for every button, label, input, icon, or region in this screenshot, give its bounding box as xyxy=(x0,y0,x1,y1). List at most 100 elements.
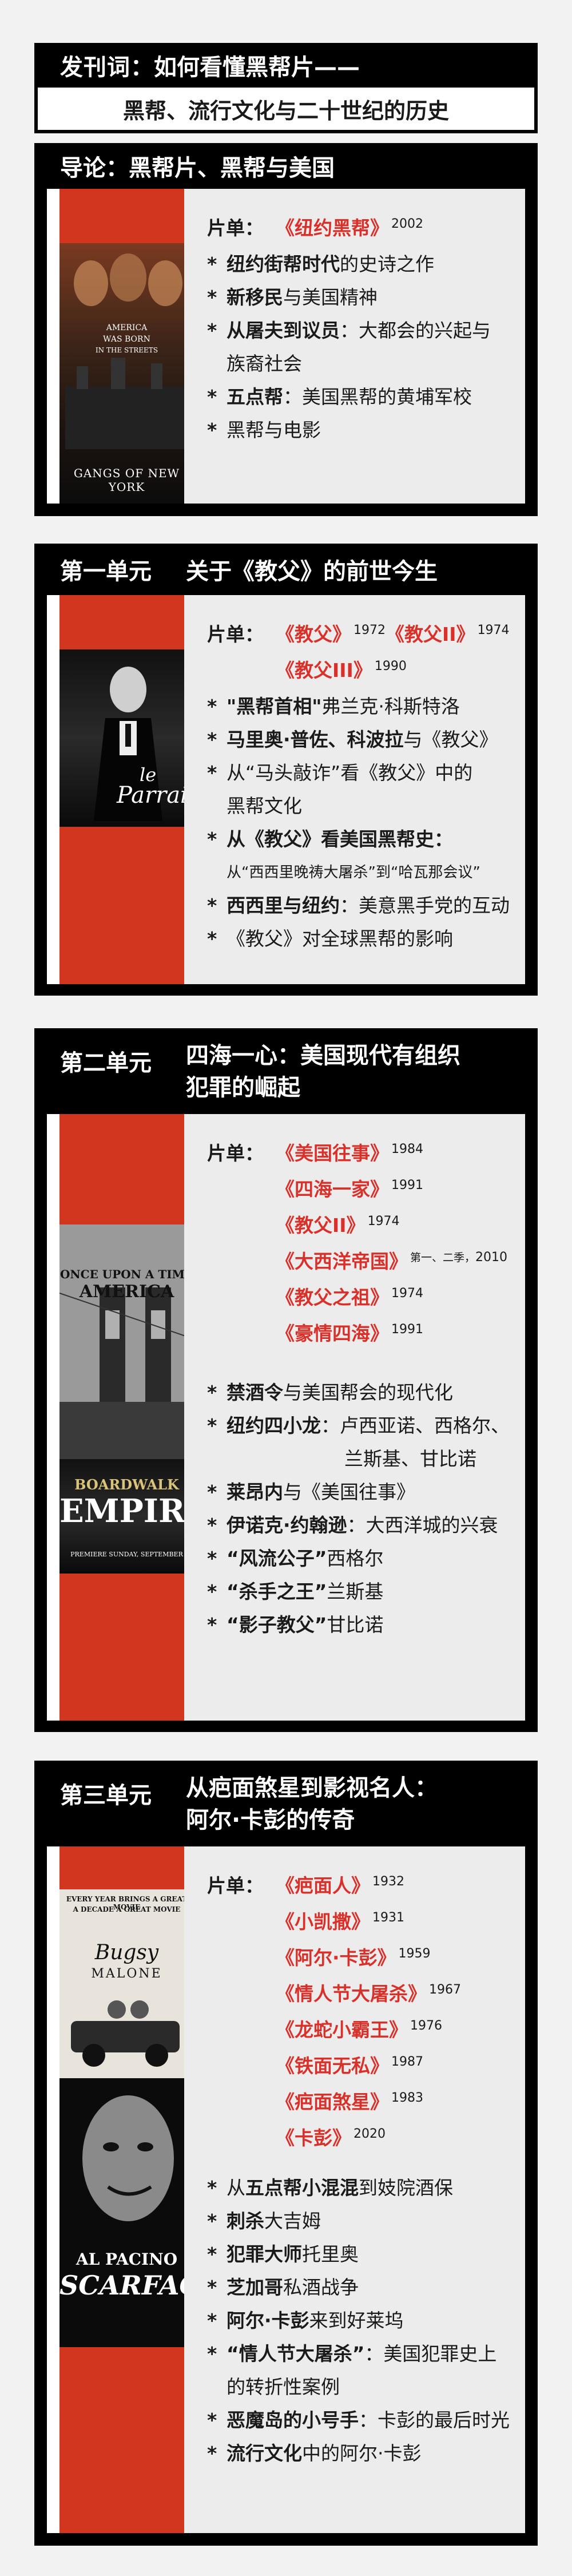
poster-malone: MALONE xyxy=(91,1967,162,1981)
unit-title-line2: 阿尔·卡彭的传奇 xyxy=(186,1807,355,1833)
film-line: 《教父II》 1974 xyxy=(207,1209,508,1245)
film-line: 片单： 《教父》 1972 《教父II》 1974 xyxy=(207,618,510,654)
poster-red-strip xyxy=(59,1574,194,1721)
intro-poster: AMERICA WAS BORN IN THE STREETS GANGS OF… xyxy=(59,189,194,504)
film-year: 1967 xyxy=(429,1983,461,1997)
film-year: 1932 xyxy=(372,1874,404,1889)
list-item-continued: 从“西西里晚祷大屠杀”到“哈瓦那会议” xyxy=(227,864,480,881)
poster-red-strip xyxy=(59,189,194,243)
face-icon xyxy=(82,2095,174,2221)
film-title: 《卡彭》 xyxy=(276,2127,351,2149)
list-item-continued: 黑帮文化 xyxy=(227,795,302,817)
film-year: 1984 xyxy=(391,1142,423,1156)
film-title: 《教父》 xyxy=(276,623,351,645)
poster-empire: EMPIRE xyxy=(59,1492,194,1530)
film-year: 1990 xyxy=(374,659,407,673)
film-line: 《铁面无私》 1987 xyxy=(207,2050,508,2086)
bullet-icon: * xyxy=(207,2409,217,2431)
poster-tagline-3: IN THE STREETS xyxy=(95,346,158,354)
list-item: * 纽约街帮时代 的史诗之作 xyxy=(207,248,508,281)
film-title: 《疤面煞星》 xyxy=(276,2091,389,2113)
film-title: 《小凯撒》 xyxy=(276,1911,370,1933)
poster-red-strip xyxy=(59,2347,194,2533)
film-line: 《豪情四海》 1991 xyxy=(207,1317,508,1353)
film-line: 片单： 《美国往事》 1984 xyxy=(207,1137,508,1173)
film-line: 《疤面煞星》 1983 xyxy=(207,2086,508,2122)
bullet-icon: * xyxy=(207,2177,217,2199)
poster-tagline-2: WAS BORN xyxy=(103,335,150,344)
poster-figures-icon xyxy=(65,253,188,449)
film-line: 片单： 《疤面人》 1932 xyxy=(207,1869,508,1905)
intro-title: 导论：黑帮片、黑帮与美国 xyxy=(34,143,538,189)
poster-america: AMERICA xyxy=(79,1282,174,1302)
bullet-icon: * xyxy=(207,253,217,275)
list-item: * 伊诺克·约翰逊 ：大西洋城的兴衰 xyxy=(207,1509,508,1542)
preface-subtitle: 黑帮、流行文化与二十世纪的历史 xyxy=(122,98,449,124)
list-item: * 从“马头敲诈”看《教父》中的 xyxy=(207,756,508,790)
film-year: 1931 xyxy=(372,1911,404,1925)
film-title: 《情人节大屠杀》 xyxy=(276,1983,427,2005)
gangs-of-new-york-poster: AMERICA WAS BORN IN THE STREETS GANGS OF… xyxy=(59,243,194,504)
list-item: * 阿尔·卡彭 来到好莱坞 xyxy=(207,2304,508,2337)
unit-label: 第一单元 xyxy=(60,558,152,585)
film-title: 《大西洋帝国》 xyxy=(276,1250,408,1273)
list-item: * “影子教父” 甘比诺 xyxy=(207,1608,508,1642)
list-item: * 从屠夫到议员 ：大都会的兴起与 xyxy=(207,314,508,347)
preface-label: 发刊词： xyxy=(60,54,154,81)
film-year: 2002 xyxy=(391,217,423,231)
poster-scarface: SCARFACE xyxy=(59,2270,194,2301)
poster-red-strip xyxy=(59,827,194,984)
bullet-icon: * xyxy=(207,828,217,850)
intro-panel: 导论：黑帮片、黑帮与美国 AMERICA WAS BORN IN THE STR… xyxy=(34,143,538,516)
film-title: 《教父之祖》 xyxy=(276,1286,389,1309)
film-title: 《教父II》 xyxy=(386,623,475,645)
film-year: 1974 xyxy=(477,623,510,637)
film-year: 1974 xyxy=(367,1214,400,1228)
unit1-title: 第一单元 关于《教父》的前世今生 xyxy=(34,544,538,595)
unit3-body: EVERY YEAR BRINGS A GREAT MOVIE A DECADE… xyxy=(47,1846,525,2533)
unit1-body: le Parrain 片单： 《教父》 1972 《教父II》 1974 《教父… xyxy=(47,595,525,984)
bugsy-malone-poster: EVERY YEAR BRINGS A GREAT MOVIE A DECADE… xyxy=(59,1889,194,2078)
list-item: * 黑帮与电影 xyxy=(207,414,508,447)
film-line: 《教父之祖》 1974 xyxy=(207,1281,508,1317)
poster-red-strip xyxy=(59,1114,194,1224)
bullet-icon: * xyxy=(207,2276,217,2298)
boardwalk-empire-poster: BOARDWALK EMPIRE PREMIERE SUNDAY, SEPTEM… xyxy=(59,1459,194,1574)
films-label: 片单： xyxy=(207,217,264,239)
unit-title-line1: 从疤面煞星到影视名人： xyxy=(186,1775,438,1801)
films-label: 片单： xyxy=(207,623,264,645)
list-item: * 芝加哥 私酒战争 xyxy=(207,2271,508,2304)
poster-decade: A DECADE A GREAT MOVIE xyxy=(73,1905,181,1913)
unit3-poster: EVERY YEAR BRINGS A GREAT MOVIE A DECADE… xyxy=(59,1846,194,2533)
bullet-icon: * xyxy=(207,1414,217,1437)
preface-subtitle-box: 黑帮、流行文化与二十世纪的历史 xyxy=(34,88,538,133)
bullet-icon: * xyxy=(207,1514,217,1536)
intro-body: AMERICA WAS BORN IN THE STREETS GANGS OF… xyxy=(47,189,525,504)
once-upon-a-time-poster: ONCE UPON A TIME AMERICA xyxy=(59,1224,194,1459)
bullet-icon: * xyxy=(207,2442,217,2464)
bullet-icon: * xyxy=(207,695,217,718)
unit-title: 关于《教父》的前世今生 xyxy=(186,558,438,585)
film-title: 《纽约黑帮》 xyxy=(276,217,389,239)
film-title: 《四海一家》 xyxy=(276,1178,389,1200)
poster-once: ONCE UPON A TIME xyxy=(59,1267,194,1281)
list-item: * 新移民 与美国精神 xyxy=(207,281,508,314)
list-item: * “风流公子” 西格尔 xyxy=(207,1542,508,1575)
preface-title: 如何看懂黑帮片—— xyxy=(154,54,360,81)
poster-bugsy: Bugsy xyxy=(94,1941,159,1964)
film-year: 1987 xyxy=(391,2055,423,2069)
film-line: 《阿尔·卡彭》 1959 xyxy=(207,1941,508,1977)
unit2-panel: 第二单元 四海一心：美国现代有组织 犯罪的崛起 ONCE UPON A TIME… xyxy=(34,1028,538,1732)
intro-film-line: 片单： 《纽约黑帮》 2002 xyxy=(207,212,508,248)
film-year: 1959 xyxy=(398,1947,431,1961)
poster-film-title: GANGS OF NEW YORK xyxy=(73,466,180,494)
list-item-continued: 的转折性案例 xyxy=(227,2376,340,2398)
unit1-content: 片单： 《教父》 1972 《教父II》 1974 《教父III》 1990 *… xyxy=(184,595,525,984)
unit1-panel: 第一单元 关于《教父》的前世今生 le Parrain 片单： 《教父》 197… xyxy=(34,544,538,996)
bullet-icon: * xyxy=(207,2309,217,2332)
bullet-icon: * xyxy=(207,419,217,441)
poster-red-strip xyxy=(59,1846,194,1889)
bullet-icon: * xyxy=(207,319,217,342)
unit2-content: 片单： 《美国往事》 1984 《四海一家》 1991 《教父II》 1974 《大… xyxy=(184,1114,525,1721)
bullet-icon: * xyxy=(207,1547,217,1570)
